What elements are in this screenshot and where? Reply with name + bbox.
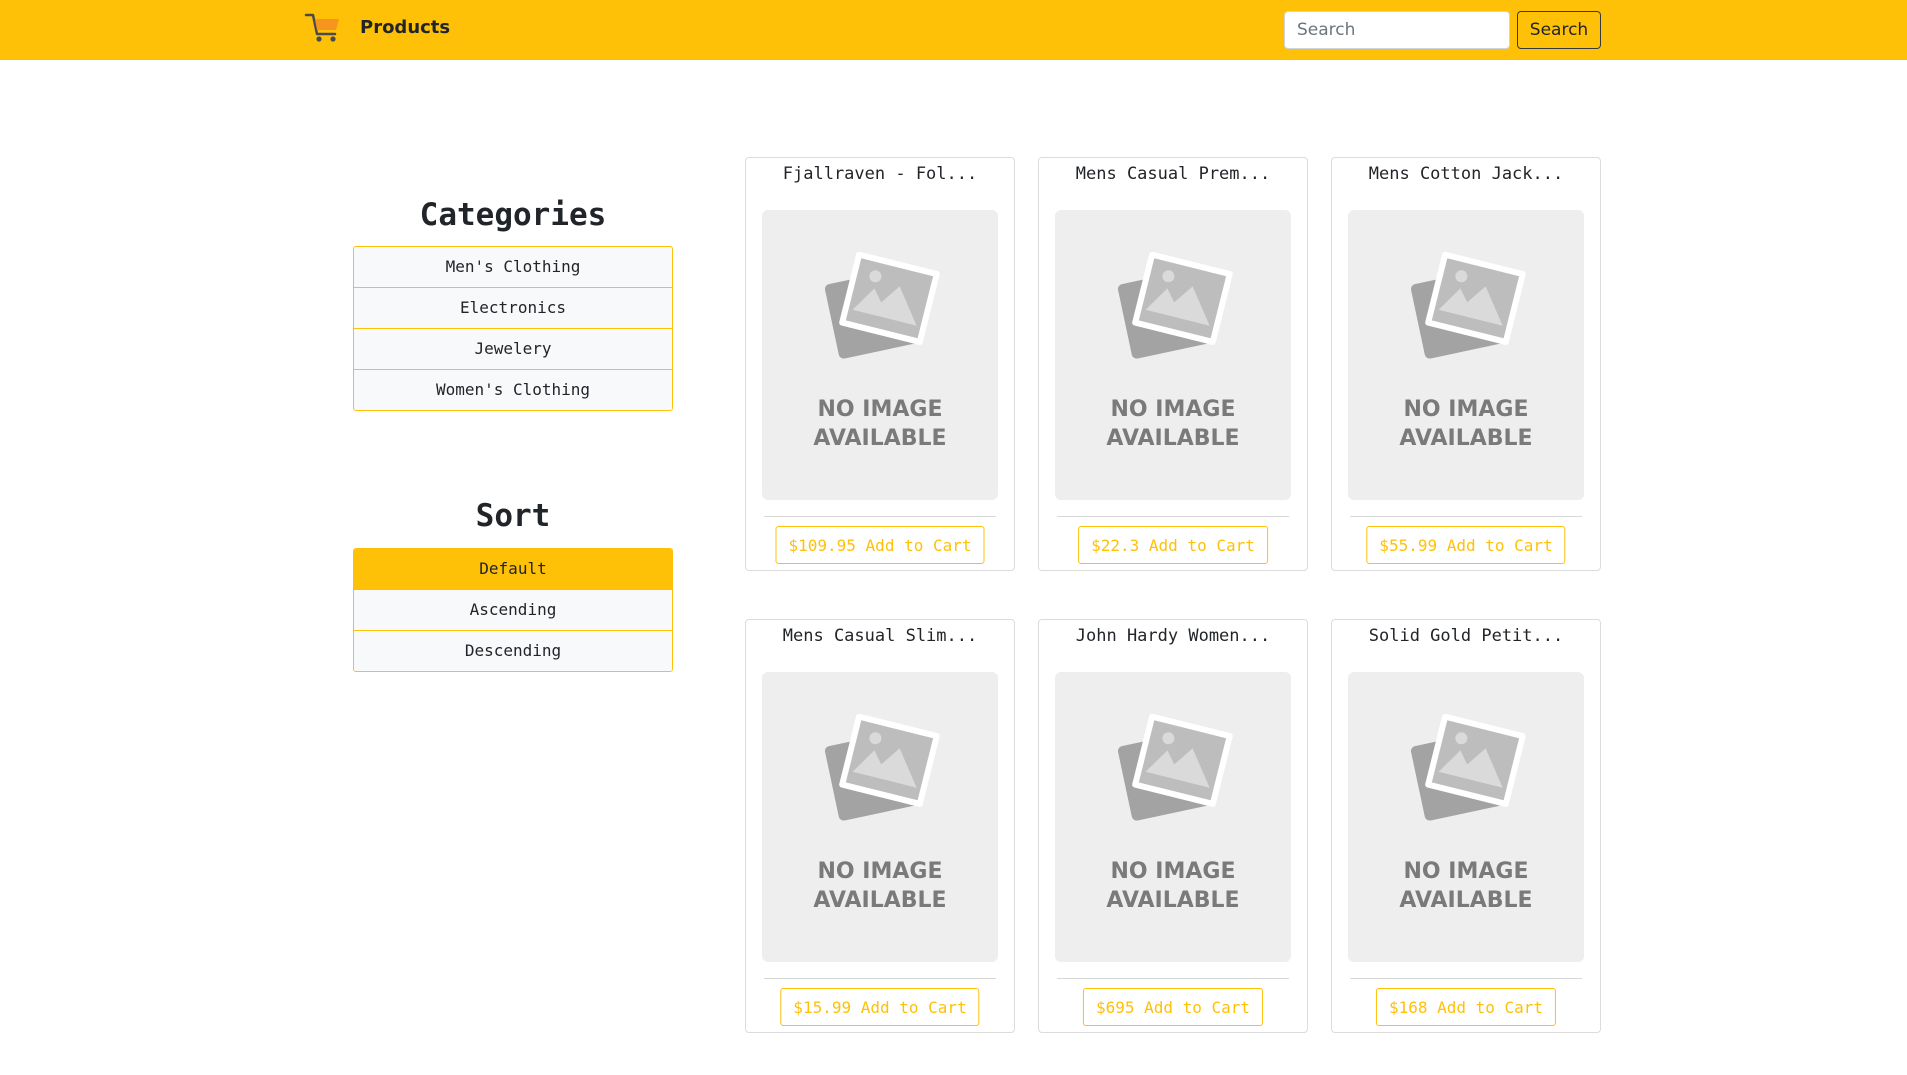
card-divider bbox=[1350, 978, 1582, 979]
category-item-jewelery[interactable]: Jewelery bbox=[354, 329, 672, 370]
card-divider bbox=[764, 516, 996, 517]
image-placeholder-icon bbox=[1117, 714, 1233, 821]
search-input[interactable] bbox=[1284, 11, 1510, 49]
product-title[interactable]: Mens Cotton Jack... bbox=[1332, 164, 1600, 184]
no-image-label: NO IMAGE AVAILABLE bbox=[1399, 859, 1533, 913]
card-divider bbox=[1057, 516, 1289, 517]
product-image-placeholder: NO IMAGE AVAILABLE bbox=[1348, 210, 1584, 500]
sort-item-ascending[interactable]: Ascending bbox=[354, 590, 672, 631]
search-button[interactable]: Search bbox=[1517, 11, 1601, 49]
product-image-placeholder: NO IMAGE AVAILABLE bbox=[1055, 210, 1291, 500]
product-card: Fjallraven - Fol... NO IMAGE AVAILABLE $… bbox=[745, 157, 1015, 571]
product-title[interactable]: John Hardy Women... bbox=[1039, 626, 1307, 646]
no-image-label: NO IMAGE AVAILABLE bbox=[1106, 859, 1240, 913]
product-title[interactable]: Fjallraven - Fol... bbox=[746, 164, 1014, 184]
card-divider bbox=[1350, 516, 1582, 517]
card-divider bbox=[1057, 978, 1289, 979]
sort-list: Default Ascending Descending bbox=[353, 548, 673, 672]
sort-heading: Sort bbox=[475, 498, 551, 534]
add-to-cart-button[interactable]: $695 Add to Cart bbox=[1082, 988, 1264, 1026]
product-card: John Hardy Women... NO IMAGE AVAILABLE $… bbox=[1038, 619, 1308, 1033]
sort-item-descending[interactable]: Descending bbox=[354, 631, 672, 671]
brand-products-link[interactable]: Products bbox=[360, 17, 450, 38]
category-item-electronics[interactable]: Electronics bbox=[354, 288, 672, 329]
product-card: Mens Casual Slim... NO IMAGE AVAILABLE $… bbox=[745, 619, 1015, 1033]
image-placeholder-icon bbox=[824, 714, 940, 821]
product-image-placeholder: NO IMAGE AVAILABLE bbox=[762, 210, 998, 500]
product-image-placeholder: NO IMAGE AVAILABLE bbox=[1055, 672, 1291, 962]
category-item-womens-clothing[interactable]: Women's Clothing bbox=[354, 370, 672, 410]
category-item-mens-clothing[interactable]: Men's Clothing bbox=[354, 247, 672, 288]
product-title[interactable]: Mens Casual Prem... bbox=[1039, 164, 1307, 184]
product-title[interactable]: Mens Casual Slim... bbox=[746, 626, 1014, 646]
categories-heading: Categories bbox=[419, 197, 607, 233]
image-placeholder-icon bbox=[1410, 714, 1526, 821]
no-image-label: NO IMAGE AVAILABLE bbox=[813, 397, 947, 451]
product-title[interactable]: Solid Gold Petit... bbox=[1332, 626, 1600, 646]
add-to-cart-button[interactable]: $109.95 Add to Cart bbox=[775, 526, 985, 564]
sort-item-default[interactable]: Default bbox=[354, 549, 672, 590]
product-image-placeholder: NO IMAGE AVAILABLE bbox=[1348, 672, 1584, 962]
no-image-label: NO IMAGE AVAILABLE bbox=[813, 859, 947, 913]
add-to-cart-button[interactable]: $22.3 Add to Cart bbox=[1078, 526, 1268, 564]
image-placeholder-icon bbox=[824, 252, 940, 359]
product-card: Mens Casual Prem... NO IMAGE AVAILABLE $… bbox=[1038, 157, 1308, 571]
add-to-cart-button[interactable]: $168 Add to Cart bbox=[1375, 988, 1557, 1026]
add-to-cart-button[interactable]: $15.99 Add to Cart bbox=[780, 988, 980, 1026]
product-card: Mens Cotton Jack... NO IMAGE AVAILABLE $… bbox=[1331, 157, 1601, 571]
image-placeholder-icon bbox=[1117, 252, 1233, 359]
no-image-label: NO IMAGE AVAILABLE bbox=[1106, 397, 1240, 451]
shopping-cart-icon[interactable] bbox=[304, 10, 342, 44]
navbar-container: Products Search bbox=[298, 0, 1602, 60]
add-to-cart-button[interactable]: $55.99 Add to Cart bbox=[1366, 526, 1566, 564]
product-card: Solid Gold Petit... NO IMAGE AVAILABLE $… bbox=[1331, 619, 1601, 1033]
no-image-label: NO IMAGE AVAILABLE bbox=[1399, 397, 1533, 451]
image-placeholder-icon bbox=[1410, 252, 1526, 359]
card-divider bbox=[764, 978, 996, 979]
categories-list: Men's Clothing Electronics Jewelery Wome… bbox=[353, 246, 673, 411]
product-image-placeholder: NO IMAGE AVAILABLE bbox=[762, 672, 998, 962]
top-navbar: Products Search bbox=[0, 0, 1907, 60]
